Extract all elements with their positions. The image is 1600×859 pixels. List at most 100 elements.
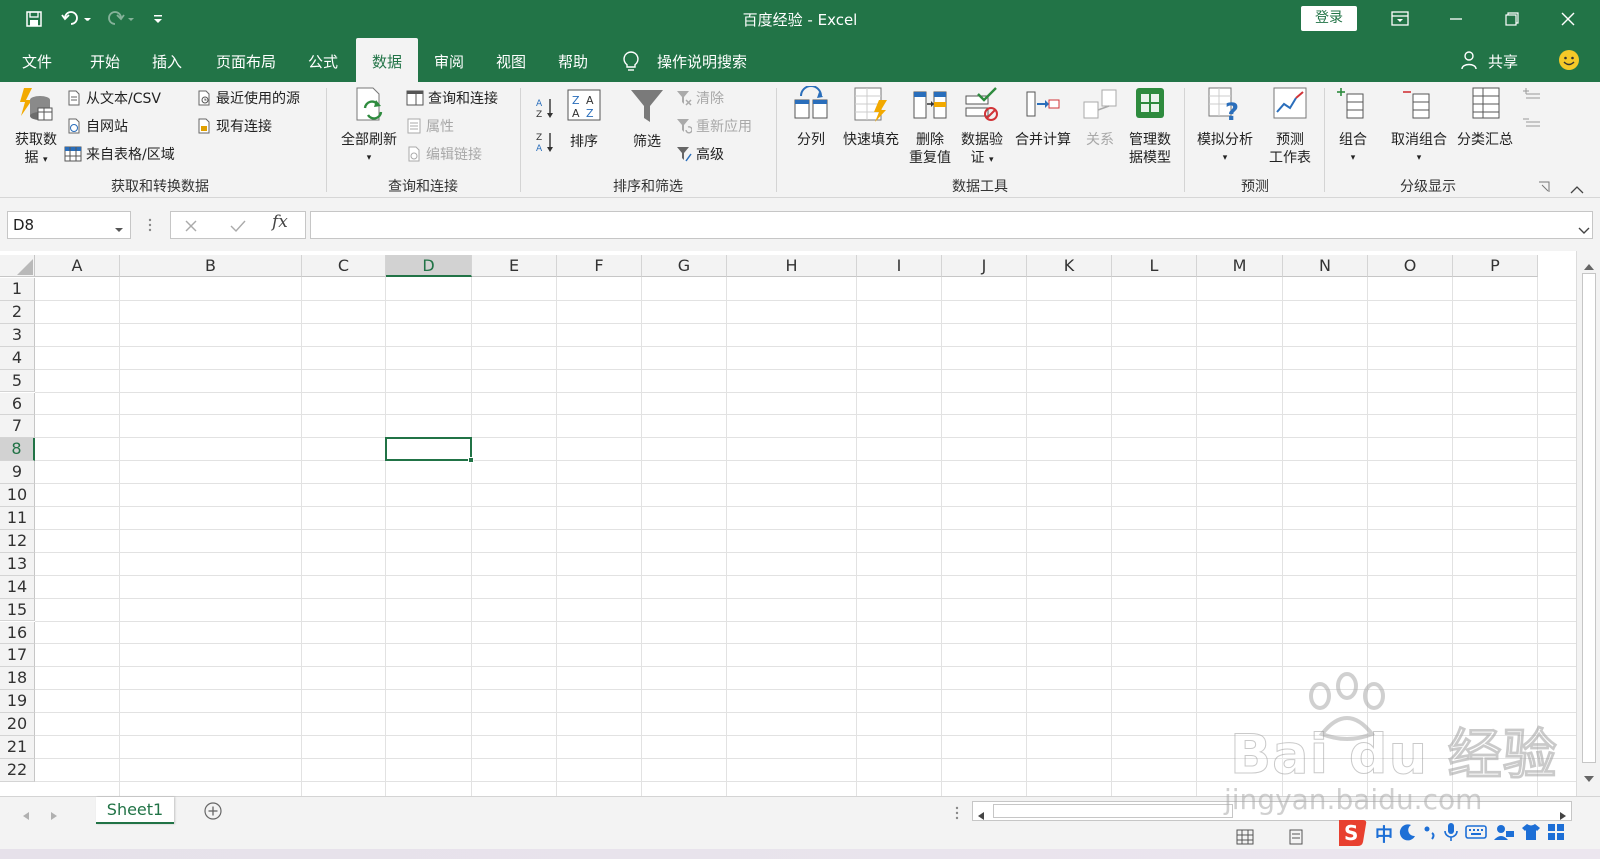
existing-connections-button[interactable]: 现有连接 xyxy=(196,116,272,136)
expand-formula-bar-icon[interactable] xyxy=(1578,220,1590,239)
save-icon[interactable] xyxy=(22,6,46,32)
get-data-button[interactable]: 获取数 据 ▾ xyxy=(8,86,64,169)
group-button[interactable]: 组合 ▾ xyxy=(1332,86,1374,167)
cancel-entry-icon[interactable] xyxy=(184,218,198,237)
redo-icon[interactable] xyxy=(100,6,140,32)
row-header-16[interactable]: 16 xyxy=(0,621,35,645)
relationships-button[interactable]: 关系 xyxy=(1080,86,1120,149)
column-header-c[interactable]: C xyxy=(302,255,386,277)
row-header-11[interactable]: 11 xyxy=(0,507,35,530)
dialog-launcher-icon[interactable] xyxy=(1538,178,1550,197)
row-header-21[interactable]: 21 xyxy=(0,736,35,759)
column-header-o[interactable]: O xyxy=(1368,255,1453,277)
column-header-p[interactable]: P xyxy=(1453,255,1538,277)
customize-quick-access-icon[interactable] xyxy=(150,6,166,32)
flash-fill-button[interactable]: 快速填充 xyxy=(838,86,904,149)
from-web-button[interactable]: 自网站 xyxy=(66,116,128,136)
column-header-m[interactable]: M xyxy=(1197,255,1283,277)
page-layout-view-icon[interactable] xyxy=(1288,829,1304,849)
row-header-3[interactable]: 3 xyxy=(0,323,35,347)
skin-shirt-icon[interactable] xyxy=(1521,823,1541,845)
name-box-dropdown-icon[interactable] xyxy=(114,219,124,238)
worksheet-grid[interactable]: ABCDEFGHIJKLMNOP 1 2 3 4 5 6 7 8 9 10 11 12 13 14 15 16… xyxy=(0,251,1600,796)
scroll-left-icon[interactable] xyxy=(977,806,985,825)
vertical-scroll-thumb[interactable] xyxy=(1582,273,1596,763)
manage-data-model-button[interactable]: 管理数 据模型 xyxy=(1124,86,1176,167)
insert-function-button[interactable]: fx xyxy=(272,212,288,232)
column-header-i[interactable]: I xyxy=(857,255,942,277)
tab-page-layout[interactable]: 页面布局 xyxy=(204,38,288,82)
advanced-filter-button[interactable]: 高级 xyxy=(676,144,724,164)
restore-icon[interactable] xyxy=(1484,0,1540,38)
column-header-d[interactable]: D xyxy=(386,255,472,277)
column-header-b[interactable]: B xyxy=(120,255,302,277)
row-header-18[interactable]: 18 xyxy=(0,667,35,691)
from-table-range-button[interactable]: 来自表格/区域 xyxy=(64,144,175,164)
row-header-19[interactable]: 19 xyxy=(0,690,35,714)
ungroup-button[interactable]: 取消组合 ▾ xyxy=(1386,86,1452,167)
forecast-sheet-button[interactable]: 预测 工作表 xyxy=(1262,86,1318,167)
toolbox-grid-icon[interactable] xyxy=(1547,823,1565,845)
remove-duplicates-button[interactable]: 删除 重复值 xyxy=(906,86,954,167)
moon-icon[interactable] xyxy=(1399,823,1417,845)
row-header-9[interactable]: 9 xyxy=(0,461,35,485)
login-button[interactable]: 登录 xyxy=(1301,6,1357,31)
filter-button[interactable]: 筛选 xyxy=(624,88,670,151)
column-header-a[interactable]: A xyxy=(35,255,120,277)
tab-data[interactable]: 数据 xyxy=(356,38,418,82)
consolidate-button[interactable]: 合并计算 xyxy=(1010,86,1076,149)
edit-links-button[interactable]: 编辑链接 xyxy=(406,144,482,164)
tab-review[interactable]: 审阅 xyxy=(422,38,476,82)
sort-ascending-icon[interactable]: AZ xyxy=(536,96,556,124)
row-header-15[interactable]: 15 xyxy=(0,598,35,622)
tab-home[interactable]: 开始 xyxy=(78,38,132,82)
tab-formulas[interactable]: 公式 xyxy=(296,38,350,82)
name-box[interactable]: D8 xyxy=(7,211,131,239)
subtotal-button[interactable]: 分类汇总 xyxy=(1452,86,1518,149)
ribbon-display-options-icon[interactable] xyxy=(1372,0,1428,38)
vertical-scrollbar[interactable] xyxy=(1576,251,1600,796)
drag-handle-icon[interactable] xyxy=(148,217,152,236)
row-header-1[interactable]: 1 xyxy=(0,278,35,301)
row-header-2[interactable]: 2 xyxy=(0,300,35,324)
properties-button[interactable]: 属性 xyxy=(406,116,454,136)
minimize-icon[interactable] xyxy=(1428,0,1484,38)
recent-sources-button[interactable]: 最近使用的源 xyxy=(196,88,300,108)
row-header-5[interactable]: 5 xyxy=(0,369,35,393)
from-text-csv-button[interactable]: 从文本/CSV xyxy=(66,88,161,108)
active-cell[interactable] xyxy=(385,437,472,462)
refresh-all-button[interactable]: 全部刷新 ▾ xyxy=(336,86,402,167)
user-center-icon[interactable] xyxy=(1493,823,1515,845)
tell-me-search[interactable]: 操作说明搜索 xyxy=(645,38,759,82)
share-button[interactable]: 共享 xyxy=(1476,38,1530,82)
text-to-columns-button[interactable]: 分列 xyxy=(788,85,834,149)
tab-insert[interactable]: 插入 xyxy=(140,38,194,82)
undo-icon[interactable] xyxy=(58,6,94,32)
confirm-entry-icon[interactable] xyxy=(230,218,246,237)
punctuation-icon[interactable] xyxy=(1423,823,1437,845)
sort-button[interactable]: ZAAZ 排序 xyxy=(564,88,604,151)
queries-connections-button[interactable]: 查询和连接 xyxy=(406,88,498,108)
normal-view-icon[interactable] xyxy=(1236,829,1254,849)
column-header-e[interactable]: E xyxy=(472,255,557,277)
data-validation-button[interactable]: 数据验 证 ▾ xyxy=(958,86,1006,169)
next-sheet-icon[interactable] xyxy=(50,806,58,825)
scroll-down-icon[interactable] xyxy=(1583,769,1595,788)
close-icon[interactable] xyxy=(1540,0,1596,38)
row-header-20[interactable]: 20 xyxy=(0,713,35,736)
reapply-button[interactable]: 重新应用 xyxy=(676,116,752,136)
row-header-8[interactable]: 8 xyxy=(0,438,35,462)
column-header-f[interactable]: F xyxy=(557,255,642,277)
keyboard-icon[interactable] xyxy=(1465,824,1487,844)
row-header-6[interactable]: 6 xyxy=(0,392,35,416)
column-header-n[interactable]: N xyxy=(1283,255,1368,277)
smiley-feedback-icon[interactable] xyxy=(1558,49,1580,75)
tab-file[interactable]: 文件 xyxy=(10,38,64,82)
hide-detail-icon[interactable] xyxy=(1522,116,1542,138)
what-if-analysis-button[interactable]: ? 模拟分析 ▾ xyxy=(1192,86,1258,167)
row-header-13[interactable]: 13 xyxy=(0,552,35,576)
tab-view[interactable]: 视图 xyxy=(484,38,538,82)
sort-descending-icon[interactable]: ZA xyxy=(536,130,556,158)
select-all-corner[interactable] xyxy=(0,255,35,277)
show-detail-icon[interactable] xyxy=(1522,88,1542,110)
